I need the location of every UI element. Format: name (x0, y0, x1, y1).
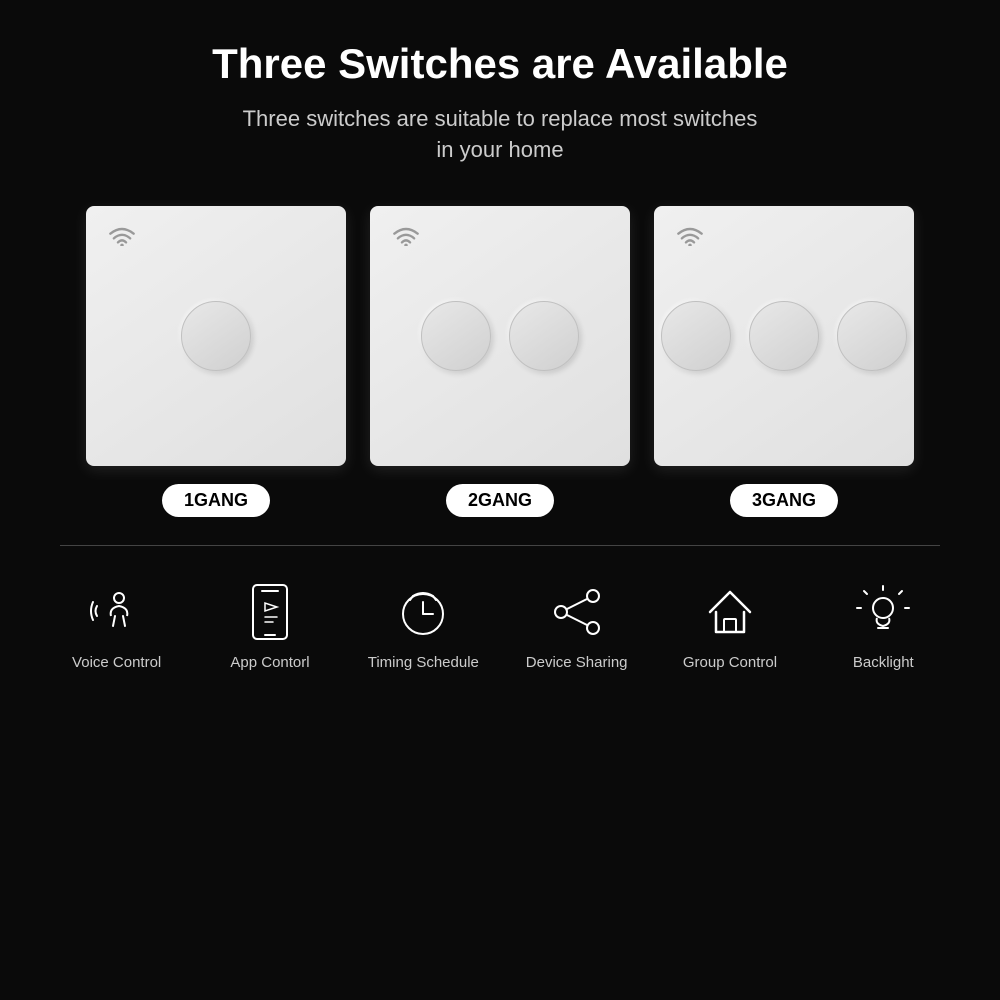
feature-label-voice: Voice Control (72, 654, 161, 671)
feature-label-group: Group Control (683, 654, 777, 671)
feature-timing: Timing Schedule (353, 582, 493, 671)
switch-button-3c[interactable] (837, 301, 907, 371)
feature-device-sharing: Device Sharing (507, 582, 647, 671)
wifi-icon-1gang (108, 226, 136, 251)
divider (60, 545, 940, 546)
switch-button-3a[interactable] (661, 301, 731, 371)
feature-label-app: App Contorl (230, 654, 309, 671)
switch-2gang: 2GANG (370, 206, 630, 517)
features-row: Voice Control App Contorl (20, 582, 980, 671)
page: Three Switches are Available Three switc… (0, 0, 1000, 1000)
wifi-icon-3gang (676, 226, 704, 251)
switch-1gang: 1GANG (86, 206, 346, 517)
app-control-icon (240, 582, 300, 642)
buttons-row-1gang (181, 301, 251, 371)
switch-button-2b[interactable] (509, 301, 579, 371)
timing-icon (393, 582, 453, 642)
voice-control-icon (87, 582, 147, 642)
switches-row: 1GANG 2GANG (86, 206, 914, 517)
buttons-row-2gang (421, 301, 579, 371)
backlight-icon (853, 582, 913, 642)
feature-label-sharing: Device Sharing (526, 654, 628, 671)
gang-label-2: 2GANG (446, 484, 554, 517)
switch-3gang: 3GANG (654, 206, 914, 517)
switch-button-1[interactable] (181, 301, 251, 371)
main-title: Three Switches are Available (212, 40, 788, 88)
gang-label-3: 3GANG (730, 484, 838, 517)
switch-button-2a[interactable] (421, 301, 491, 371)
gang-label-1: 1GANG (162, 484, 270, 517)
feature-backlight: Backlight (813, 582, 953, 671)
feature-group-control: Group Control (660, 582, 800, 671)
device-sharing-icon (547, 582, 607, 642)
panel-1gang (86, 206, 346, 466)
feature-voice-control: Voice Control (47, 582, 187, 671)
panel-2gang (370, 206, 630, 466)
buttons-row-3gang (661, 301, 907, 371)
wifi-icon-2gang (392, 226, 420, 251)
feature-label-backlight: Backlight (853, 654, 914, 671)
feature-app-control: App Contorl (200, 582, 340, 671)
subtitle: Three switches are suitable to replace m… (243, 104, 758, 166)
panel-3gang (654, 206, 914, 466)
switch-button-3b[interactable] (749, 301, 819, 371)
feature-label-timing: Timing Schedule (368, 654, 479, 671)
group-control-icon (700, 582, 760, 642)
